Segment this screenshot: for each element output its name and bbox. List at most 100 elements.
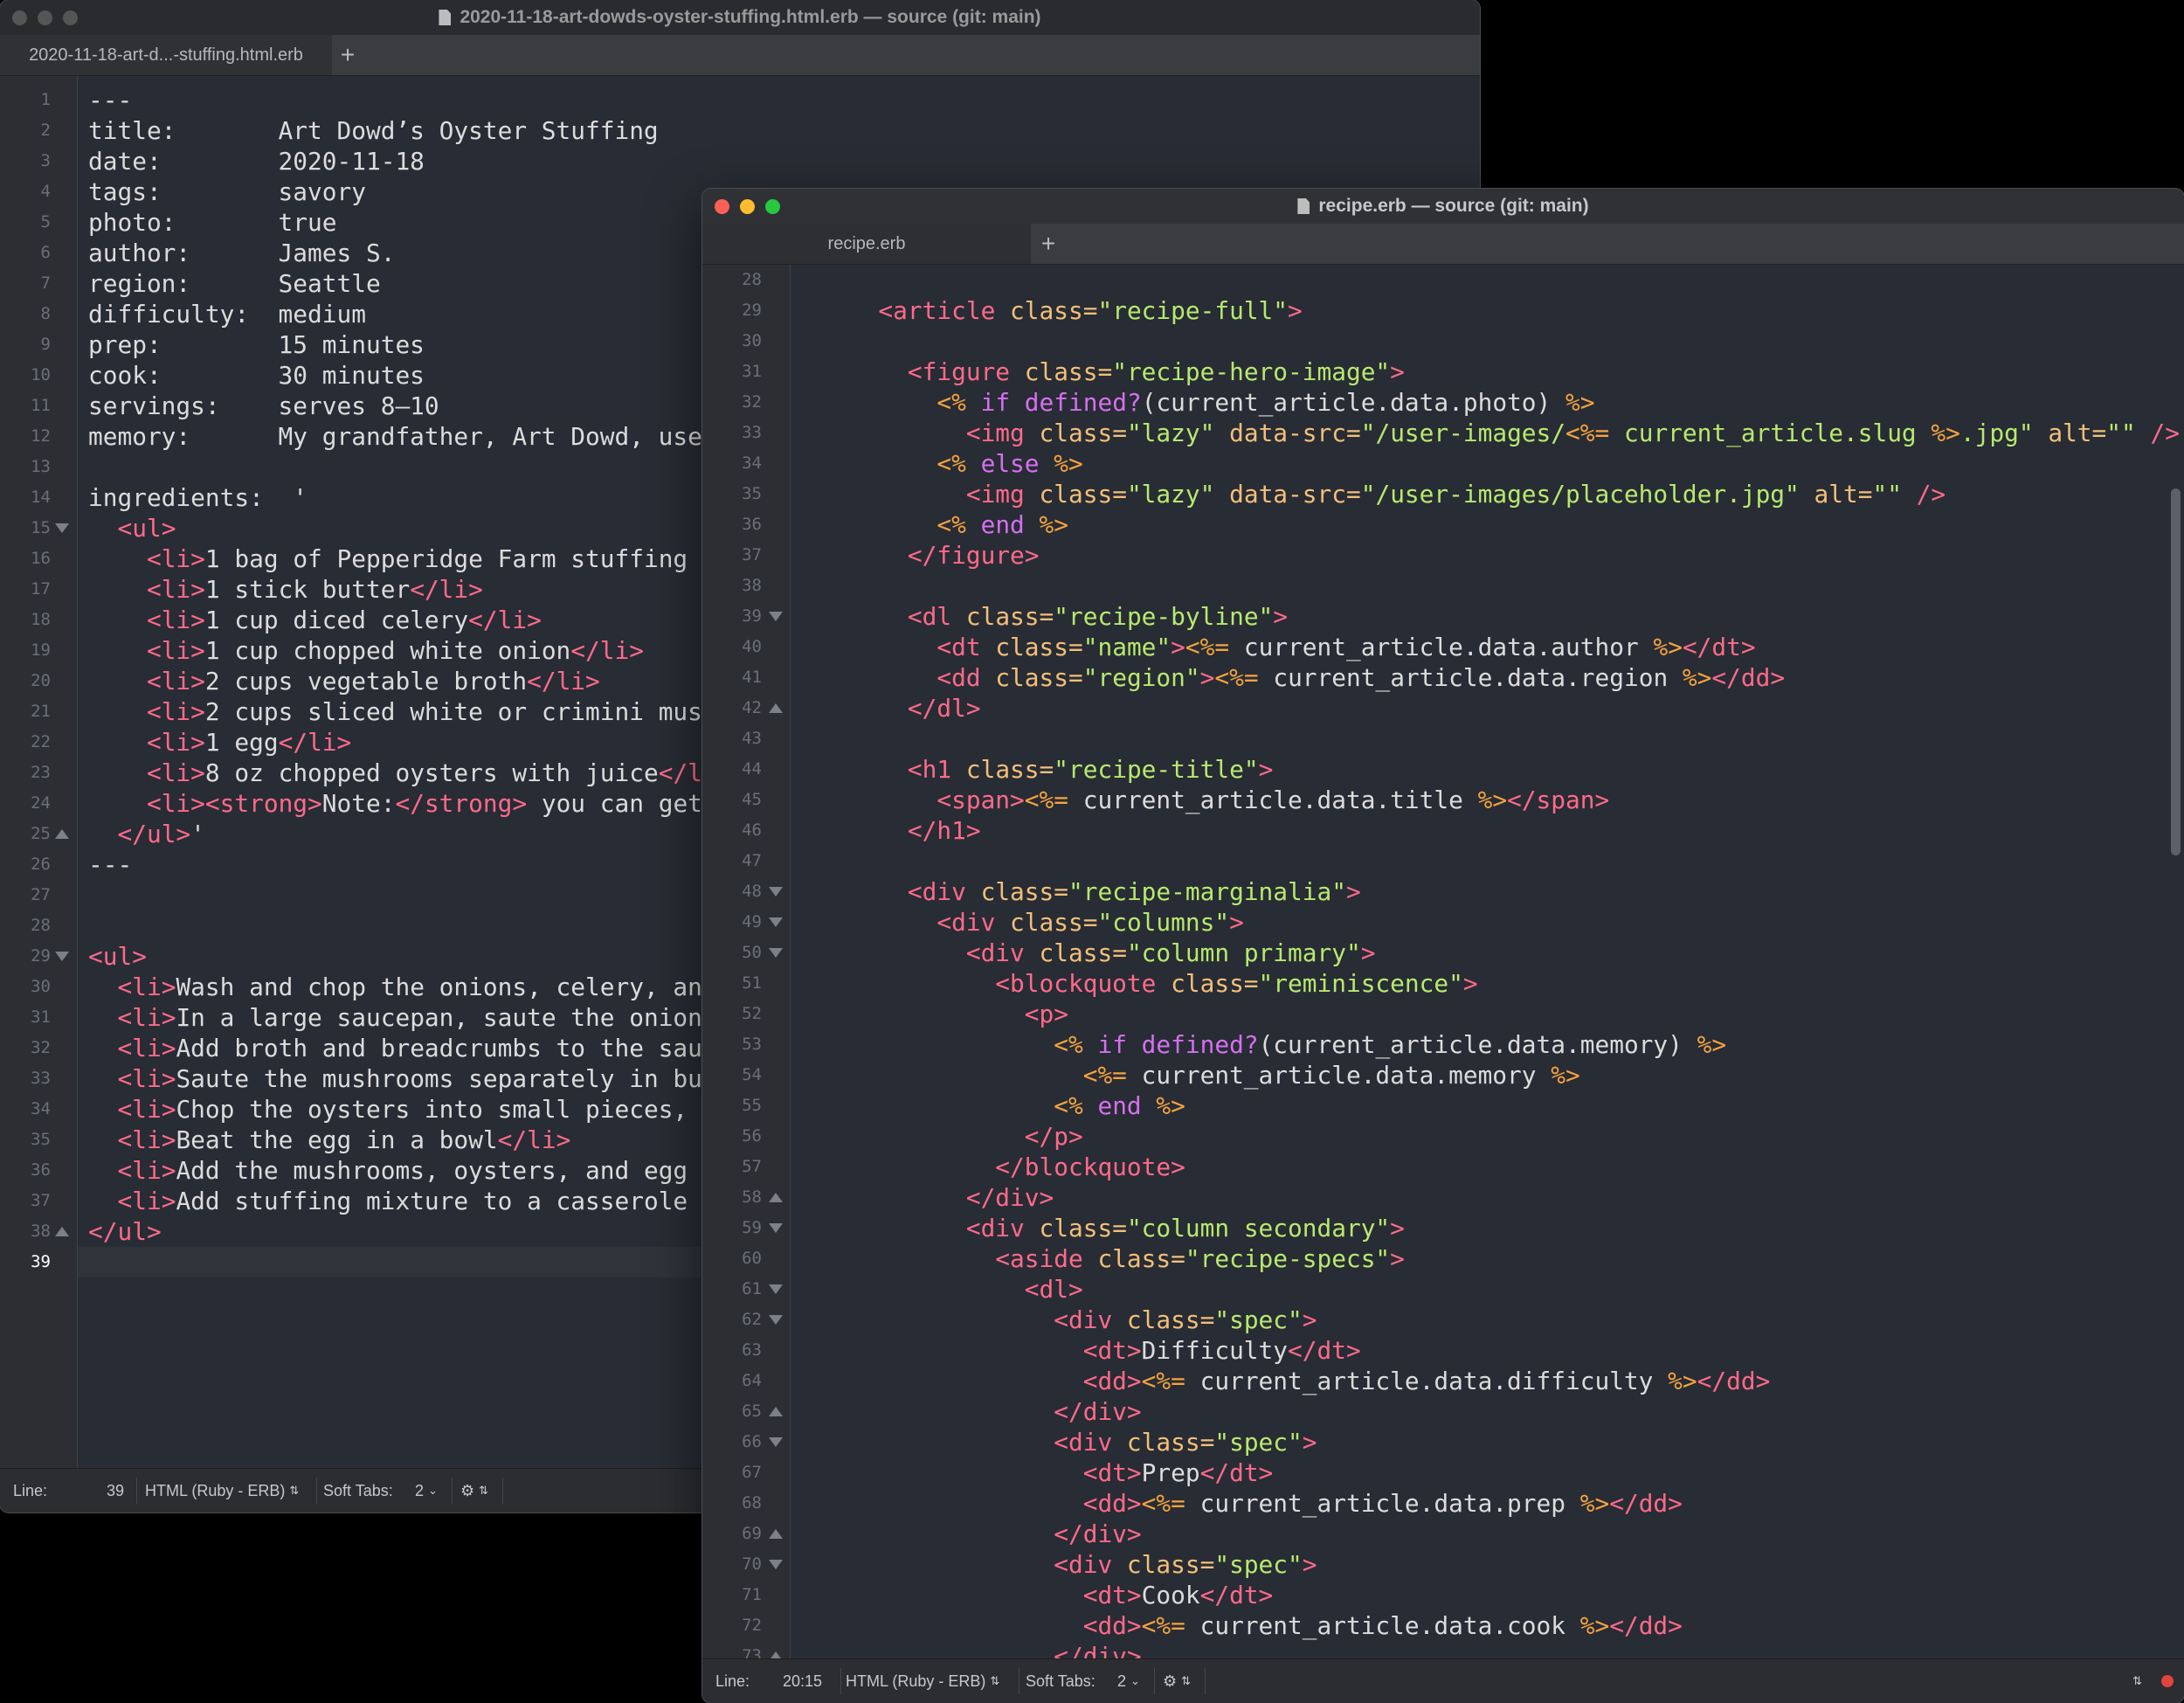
syntax-selector[interactable]: HTML (Ruby - ERB) ⇅: [145, 1469, 299, 1513]
code-line[interactable]: <div class="column secondary">: [791, 1213, 1405, 1243]
code-line[interactable]: author: James S.: [88, 238, 395, 268]
code-editor[interactable]: <article class="recipe-full"> <figure cl…: [791, 265, 2184, 1660]
line-number-gutter[interactable]: 1 2 3 4 5 6 7 8 9 10 11 12 13 14 15 16 17 18 19 20 21 22 23 24 2…: [0, 76, 78, 1468]
fold-end-icon[interactable]: [769, 1193, 783, 1202]
front-window-titlebar[interactable]: recipe.erb — source (git: main): [702, 189, 2184, 224]
code-line[interactable]: <article class="recipe-full">: [791, 295, 1302, 326]
code-line[interactable]: ---: [88, 849, 132, 880]
code-line[interactable]: <% end %>: [791, 509, 1068, 540]
code-line[interactable]: <% if defined?(current_article.data.memo…: [791, 1029, 1726, 1060]
code-line[interactable]: <% if defined?(current_article.data.phot…: [791, 387, 1594, 418]
code-line[interactable]: <div class="recipe-marginalia">: [791, 876, 1361, 907]
code-line[interactable]: <div class="column primary">: [791, 938, 1376, 968]
code-line[interactable]: <dt>Difficulty</dt>: [791, 1335, 1361, 1366]
back-window-titlebar[interactable]: 2020-11-18-art-dowds-oyster-stuffing.htm…: [0, 0, 1480, 35]
code-line[interactable]: <li>1 cup diced celery</li>: [88, 605, 542, 635]
tab-size-selector[interactable]: 2 ⌄: [1117, 1659, 1140, 1703]
code-line[interactable]: <%= current_article.data.memory %>: [791, 1060, 1580, 1090]
fold-toggle-icon[interactable]: [769, 887, 783, 896]
code-line[interactable]: <% end %>: [791, 1090, 1185, 1121]
code-line[interactable]: </div>: [791, 1182, 1054, 1213]
code-line[interactable]: </div>: [791, 1641, 1141, 1660]
code-line[interactable]: <li>1 stick butter</li>: [88, 574, 483, 605]
scope-selector[interactable]: ⇅: [2128, 1659, 2142, 1703]
fold-toggle-icon[interactable]: [769, 1437, 783, 1447]
fold-toggle-icon[interactable]: [769, 948, 783, 958]
syntax-selector[interactable]: HTML (Ruby - ERB) ⇅: [846, 1659, 999, 1703]
code-line[interactable]: prep: 15 minutes: [88, 329, 425, 360]
fold-toggle-icon[interactable]: [769, 1560, 783, 1569]
code-line[interactable]: <dl class="recipe-byline">: [791, 601, 1288, 632]
fold-toggle-icon[interactable]: [55, 523, 69, 533]
code-line[interactable]: </ul>': [88, 819, 204, 849]
code-line[interactable]: <div class="spec">: [791, 1427, 1317, 1457]
code-line[interactable]: ---: [88, 85, 132, 115]
minimize-button[interactable]: [38, 10, 52, 25]
code-line[interactable]: <dd class="region"><%= current_article.d…: [791, 662, 1785, 693]
line-value[interactable]: 20:15: [783, 1659, 822, 1703]
zoom-button[interactable]: [765, 199, 780, 214]
code-line[interactable]: <img class="lazy" data-src="/user-images…: [791, 418, 2180, 448]
code-line[interactable]: region: Seattle: [88, 268, 381, 299]
code-line[interactable]: photo: true: [88, 207, 337, 238]
code-line[interactable]: <li>2 cups vegetable broth</li>: [88, 666, 600, 696]
code-line[interactable]: ingredients: ': [88, 482, 308, 513]
code-line[interactable]: <aside class="recipe-specs">: [791, 1243, 1405, 1274]
fold-end-icon[interactable]: [55, 829, 69, 839]
code-line[interactable]: title: Art Dowd’s Oyster Stuffing: [88, 115, 659, 146]
fold-end-icon[interactable]: [769, 1407, 783, 1416]
zoom-button[interactable]: [63, 10, 78, 25]
minimize-button[interactable]: [740, 199, 755, 214]
code-line[interactable]: <div class="spec">: [791, 1549, 1317, 1580]
settings-selector[interactable]: ⚙ ⇅: [460, 1469, 488, 1513]
code-line[interactable]: cook: 30 minutes: [88, 360, 425, 391]
code-line[interactable]: <p>: [791, 999, 1068, 1029]
fold-end-icon[interactable]: [769, 703, 783, 713]
fold-toggle-icon[interactable]: [769, 1315, 783, 1325]
settings-selector[interactable]: ⚙ ⇅: [1163, 1659, 1191, 1703]
code-line[interactable]: date: 2020-11-18: [88, 146, 425, 177]
front-editor-window[interactable]: recipe.erb — source (git: main) recipe.e…: [702, 189, 2184, 1703]
code-line[interactable]: <ul>: [88, 941, 147, 972]
code-line[interactable]: <li>1 egg</li>: [88, 727, 351, 758]
code-line[interactable]: <li>Beat the egg in a bowl</li>: [88, 1125, 570, 1155]
code-line[interactable]: <h1 class="recipe-title">: [791, 754, 1273, 785]
code-line[interactable]: </dl>: [791, 693, 981, 723]
tab-file[interactable]: 2020-11-18-art-d...-stuffing.html.erb: [0, 35, 332, 75]
code-line[interactable]: </figure>: [791, 540, 1040, 571]
code-line[interactable]: <dd><%= current_article.data.difficulty …: [791, 1366, 1771, 1396]
code-line[interactable]: <dt class="name"><%= current_article.dat…: [791, 632, 1755, 662]
code-line[interactable]: <li>8 oz chopped oysters with juice</li>: [88, 758, 731, 788]
fold-toggle-icon[interactable]: [769, 1284, 783, 1294]
code-line[interactable]: <blockquote class="reminiscence">: [791, 968, 1477, 999]
code-line[interactable]: <div class="columns">: [791, 907, 1243, 938]
code-line[interactable]: <img class="lazy" data-src="/user-images…: [791, 479, 1946, 509]
close-button[interactable]: [715, 199, 729, 214]
code-line[interactable]: </blockquote>: [791, 1152, 1185, 1182]
fold-toggle-icon[interactable]: [55, 952, 69, 961]
fold-end-icon[interactable]: [55, 1227, 69, 1236]
vertical-scrollbar[interactable]: [2171, 488, 2181, 855]
code-line[interactable]: servings: serves 8–10: [88, 391, 439, 421]
code-line[interactable]: <ul>: [88, 513, 176, 543]
code-line[interactable]: </div>: [791, 1519, 1141, 1549]
error-indicator-icon[interactable]: [2161, 1675, 2174, 1687]
code-line[interactable]: <dd><%= current_article.data.cook %></dd…: [791, 1610, 1683, 1641]
code-line[interactable]: <dl>: [791, 1274, 1083, 1305]
code-line[interactable]: </ul>: [88, 1216, 162, 1247]
code-line[interactable]: <% else %>: [791, 448, 1082, 479]
code-line[interactable]: tags: savory: [88, 177, 366, 207]
new-tab-button[interactable]: +: [330, 35, 365, 75]
code-line[interactable]: <dt>Prep</dt>: [791, 1457, 1274, 1488]
fold-toggle-icon[interactable]: [769, 612, 783, 621]
code-line[interactable]: <figure class="recipe-hero-image">: [791, 357, 1405, 387]
code-line[interactable]: </p>: [791, 1121, 1083, 1152]
code-line[interactable]: <dd><%= current_article.data.prep %></dd…: [791, 1488, 1683, 1519]
close-button[interactable]: [12, 10, 27, 25]
code-line[interactable]: </div>: [791, 1396, 1141, 1427]
code-line[interactable]: </h1>: [791, 815, 981, 846]
code-line[interactable]: <div class="spec">: [791, 1305, 1317, 1335]
fold-end-icon[interactable]: [769, 1529, 783, 1539]
code-line[interactable]: difficulty: medium: [88, 299, 366, 329]
code-line[interactable]: <dt>Cook</dt>: [791, 1580, 1274, 1610]
